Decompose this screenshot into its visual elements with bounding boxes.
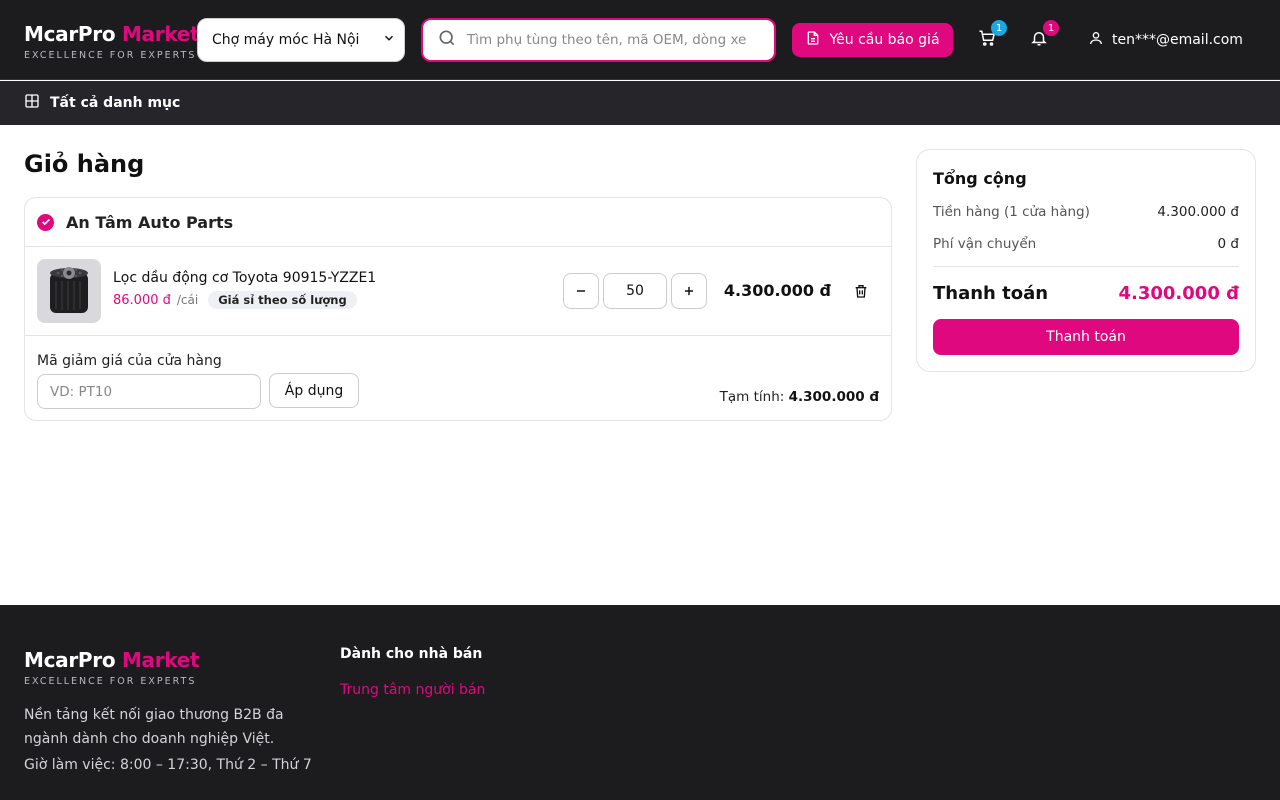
goods-label: Tiền hàng (1 cửa hàng) [933, 204, 1090, 220]
shop-cart-group: An Tâm Auto Parts Lọc dầu động cơ Toyota… [24, 197, 892, 421]
shop-name[interactable]: An Tâm Auto Parts [66, 213, 233, 232]
total-label: Thanh toán [933, 283, 1049, 304]
total-value: 4.300.000 đ [1118, 283, 1240, 304]
summary-total-row: Thanh toán 4.300.000 đ [933, 283, 1239, 304]
minus-icon [576, 290, 586, 292]
shipping-label: Phí vận chuyển [933, 236, 1037, 252]
product-price-line: 86.000 đ /cái Giá sỉ theo số lượng [113, 291, 357, 309]
footer-description: Nền tảng kết nối giao thương B2B đa ngàn… [24, 707, 284, 747]
grid-icon [24, 93, 40, 113]
user-icon [1088, 30, 1104, 50]
footer-hours: Giờ làm việc: 8:00 – 17:30, Thứ 2 – Thứ … [24, 757, 312, 773]
check-icon [41, 218, 50, 226]
shop-header: An Tâm Auto Parts [25, 198, 891, 247]
apply-coupon-button[interactable]: Áp dụng [269, 373, 359, 408]
shipping-value: 0 đ [1217, 236, 1239, 252]
search-box[interactable] [421, 18, 776, 62]
search-icon [437, 28, 457, 52]
request-quote-label: Yêu cầu báo giá [829, 32, 940, 48]
user-email: ten***@email.com [1112, 32, 1243, 48]
all-categories-link[interactable]: Tất cả danh mục [50, 95, 180, 111]
summary-shipping-row: Phí vận chuyển 0 đ [933, 236, 1239, 252]
cart-count-badge: 1 [991, 20, 1007, 36]
footer-seller-title: Dành cho nhà bán [340, 646, 483, 662]
brand-name-part2: Market [121, 22, 200, 46]
plus-icon [684, 286, 694, 296]
notification-count-badge: 1 [1043, 20, 1059, 36]
summary-divider [933, 266, 1239, 267]
market-select[interactable]: Chợ máy móc Hà Nội [197, 18, 405, 62]
product-name[interactable]: Lọc dầu động cơ Toyota 90915-YZZE1 [113, 270, 376, 286]
footer-brand-part2: Market [121, 648, 200, 672]
subtotal-label: Tạm tính: [719, 389, 785, 405]
chevron-down-icon [382, 31, 396, 49]
order-summary: Tổng cộng Tiền hàng (1 cửa hàng) 4.300.0… [916, 149, 1256, 372]
page-title: Giỏ hàng [24, 150, 145, 178]
request-quote-button[interactable]: Yêu cầu báo giá [792, 23, 953, 57]
price-unit: /cái [176, 293, 199, 307]
footer-logo[interactable]: McarPro Market EXCELLENCE FOR EXPERTS [24, 648, 200, 687]
brand-logo[interactable]: McarPro Market EXCELLENCE FOR EXPERTS [24, 22, 200, 61]
quantity-decrease-button[interactable] [563, 273, 599, 309]
category-bar: Tất cả danh mục [0, 81, 1280, 125]
brand-name: McarPro Market [24, 22, 200, 46]
goods-value: 4.300.000 đ [1157, 204, 1239, 220]
line-total: 4.300.000 đ [723, 281, 831, 300]
coupon-input[interactable] [37, 374, 261, 409]
coupon-label: Mã giảm giá của cửa hàng [37, 353, 222, 369]
shop-select-checkbox[interactable] [37, 213, 54, 231]
quantity-increase-button[interactable] [671, 273, 707, 309]
product-thumbnail[interactable] [37, 259, 101, 323]
market-select-value: Chợ máy móc Hà Nội [212, 32, 360, 48]
checkout-button[interactable]: Thanh toán [933, 319, 1239, 355]
seller-center-link[interactable]: Trung tâm người bán [340, 682, 485, 698]
user-account-menu[interactable]: ten***@email.com [1088, 28, 1243, 52]
wholesale-tag: Giá sỉ theo số lượng [208, 291, 357, 309]
trash-icon [855, 285, 867, 298]
subtotal-value: 4.300.000 đ [788, 389, 879, 405]
document-icon [805, 30, 821, 50]
quantity-input[interactable]: 50 [603, 273, 667, 309]
remove-item-button[interactable] [851, 281, 871, 301]
cart-button[interactable]: 1 [975, 20, 1007, 52]
cart-item-row: Lọc dầu động cơ Toyota 90915-YZZE1 86.00… [25, 247, 891, 336]
footer-brand-part1: McarPro [24, 648, 116, 672]
summary-title: Tổng cộng [933, 169, 1027, 188]
unit-price: 86.000 đ [113, 292, 171, 308]
footer-tagline: EXCELLENCE FOR EXPERTS [24, 676, 197, 687]
summary-goods-row: Tiền hàng (1 cửa hàng) 4.300.000 đ [933, 204, 1239, 220]
oil-filter-image [50, 267, 88, 313]
footer-brand-name: McarPro Market [24, 648, 200, 672]
notification-button[interactable]: 1 [1027, 20, 1059, 52]
brand-name-part1: McarPro [24, 22, 116, 46]
shop-subtotal: Tạm tính: 4.300.000 đ [720, 389, 879, 405]
search-input[interactable] [467, 32, 747, 48]
site-footer: McarPro Market EXCELLENCE FOR EXPERTS Nề… [0, 605, 1280, 800]
brand-tagline: EXCELLENCE FOR EXPERTS [24, 50, 197, 61]
top-header: McarPro Market EXCELLENCE FOR EXPERTS Ch… [0, 0, 1280, 80]
